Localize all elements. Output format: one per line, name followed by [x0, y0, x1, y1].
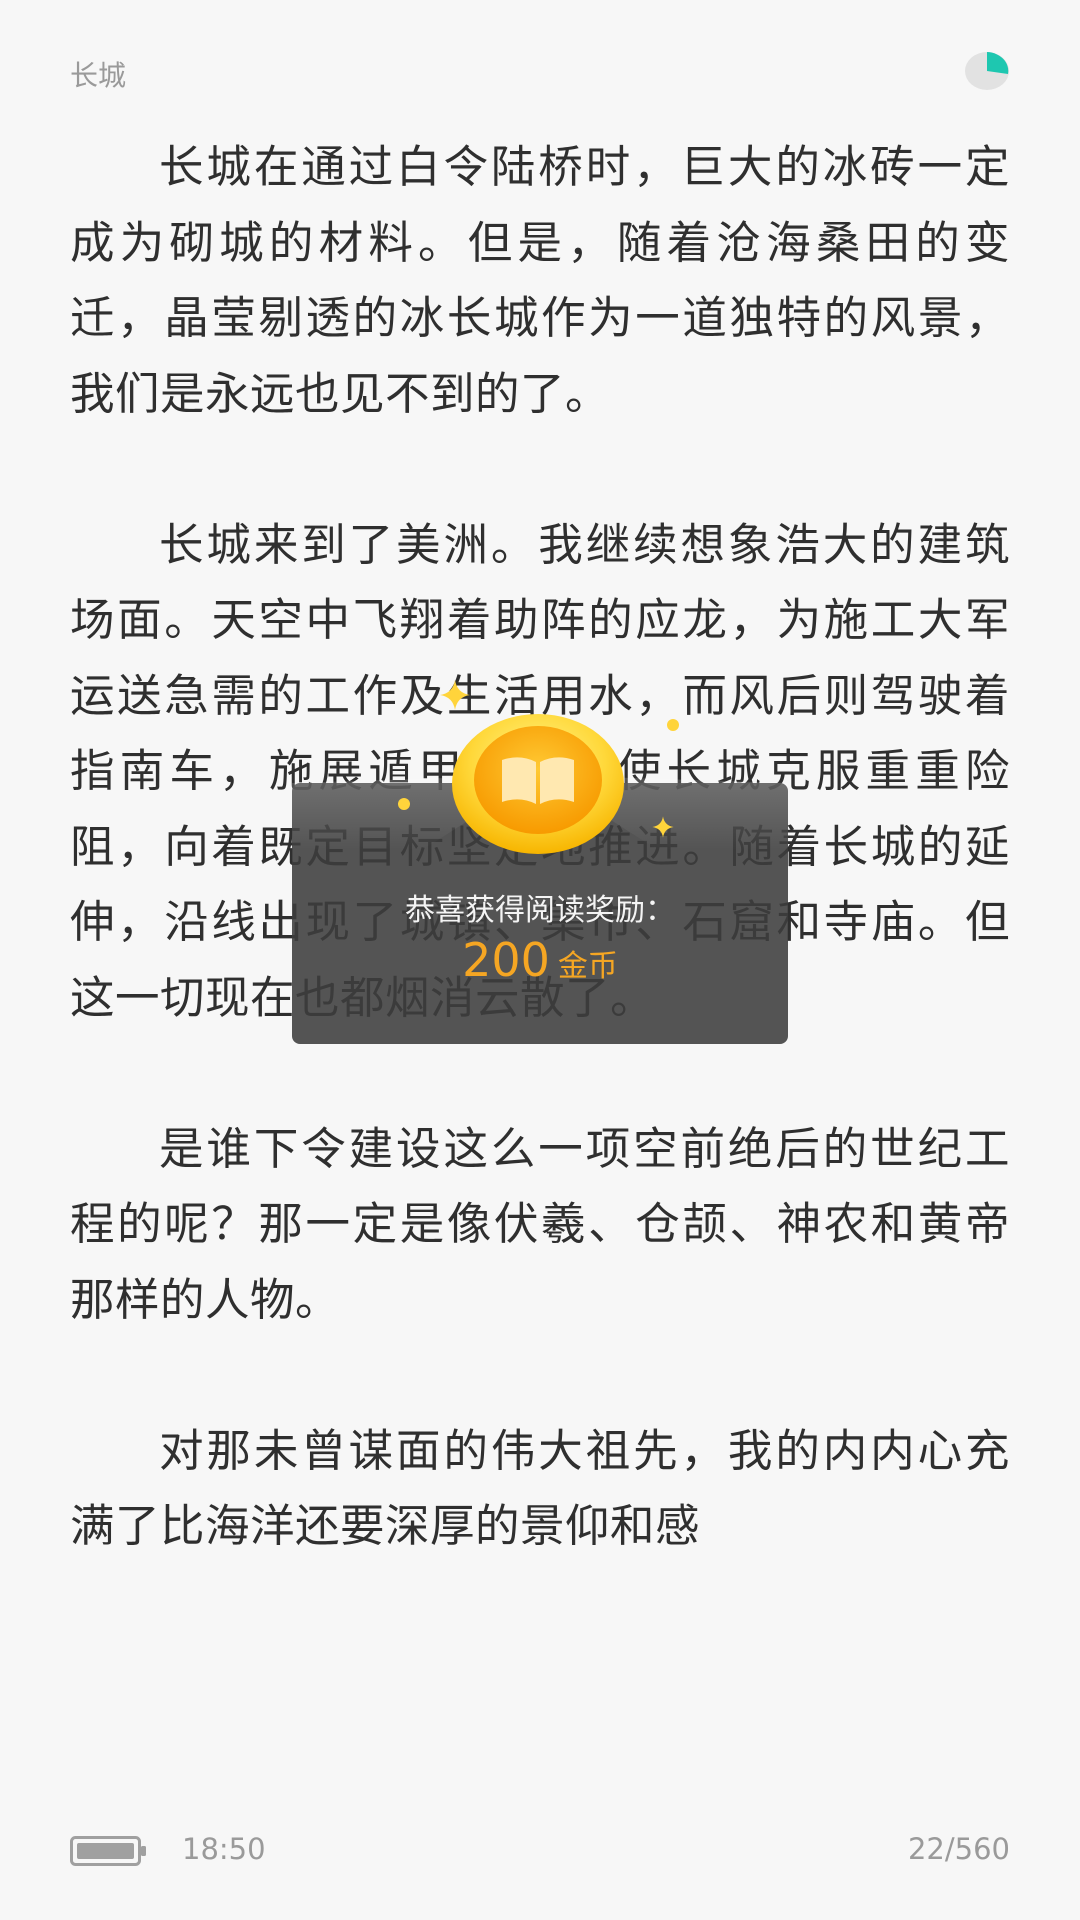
- reward-unit: 金币: [557, 949, 618, 984]
- reward-amount-row: 200 金币: [292, 933, 788, 987]
- sparkle-icon: [440, 680, 470, 710]
- clock-time: 18:50: [182, 1832, 266, 1866]
- sparkle-dot-icon: [667, 719, 679, 731]
- paragraph: 长城在通过白令陆桥时，巨大的冰砖一定成为砌城的材料。但是，随着沧海桑田的变迁，晶…: [70, 142, 1010, 420]
- paragraph: 对那未曾谋面的伟大祖先，我的内内心充满了比海洋还要深厚的景仰和感: [70, 1425, 1010, 1553]
- reward-message: 恭喜获得阅读奖励：: [405, 893, 675, 928]
- pie-progress-icon: [965, 52, 1009, 90]
- paragraph: 是谁下令建设这么一项空前绝后的世纪工程的呢？那一定是像伏羲、仓颉、神农和黄帝那样…: [70, 1123, 1010, 1326]
- reward-amount: 200: [462, 933, 550, 987]
- sparkle-icon: [652, 816, 674, 838]
- gold-coin-book-icon: [452, 714, 624, 854]
- page-indicator: 22/560: [907, 1832, 1010, 1866]
- chapter-title: 长城: [70, 59, 127, 92]
- sparkle-dot-icon: [398, 798, 410, 810]
- battery-icon: [70, 1836, 146, 1866]
- reader-page[interactable]: 长城 长城在通过白令陆桥时，巨大的冰砖一定成为砌城的材料。但是，随着沧海桑田的变…: [0, 0, 1080, 1920]
